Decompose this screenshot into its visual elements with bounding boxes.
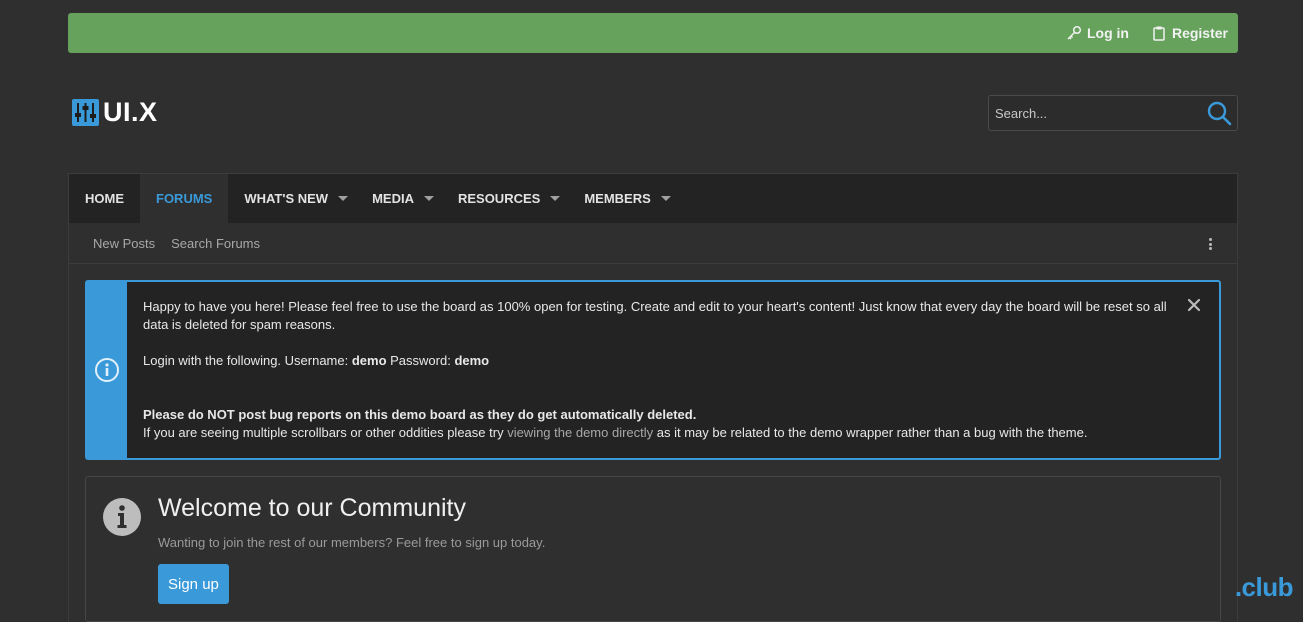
notice-body: Happy to have you here! Please feel free… <box>127 282 1219 458</box>
info-circle-icon <box>103 498 141 536</box>
search-button[interactable] <box>1201 96 1237 130</box>
warning-text: Please do NOT post bug reports on this d… <box>143 407 697 422</box>
tab-home[interactable]: HOME <box>69 174 140 223</box>
tab-forums-label: FORUMS <box>156 191 213 206</box>
register-link[interactable]: Register <box>1151 25 1228 41</box>
search-box <box>988 95 1238 131</box>
register-label: Register <box>1171 25 1228 41</box>
notice-warning: Please do NOT post bug reports on this d… <box>143 406 1179 424</box>
watermark-text: .club <box>1234 572 1294 602</box>
welcome-block: Welcome to our Community Wanting to join… <box>85 476 1221 622</box>
clipboard-icon <box>1153 26 1165 41</box>
subnav-search-forums[interactable]: Search Forums <box>171 236 260 251</box>
sign-up-button[interactable]: Sign up <box>158 564 229 604</box>
subnav-new-posts[interactable]: New Posts <box>93 236 155 251</box>
search-input[interactable] <box>989 96 1201 130</box>
login-link[interactable]: Log in <box>1066 25 1129 41</box>
tab-media[interactable]: MEDIA <box>356 174 442 223</box>
tab-whats-new[interactable]: WHAT'S NEW <box>228 174 356 223</box>
logo-text: UI.X <box>103 97 158 127</box>
main-nav: HOME FORUMS WHAT'S NEW MEDIA RESOURCES M… <box>68 173 1238 223</box>
notice-scroll-line: If you are seeing multiple scrollbars or… <box>143 424 1179 442</box>
scroll-suffix: as it may be related to the demo wrapper… <box>653 425 1088 440</box>
tab-media-label: MEDIA <box>372 191 414 206</box>
welcome-title: Welcome to our Community <box>158 494 466 522</box>
sub-nav: New Posts Search Forums <box>68 223 1238 264</box>
notice-side-strip <box>87 282 127 458</box>
tab-home-label: HOME <box>85 191 124 206</box>
password-value: demo <box>454 353 490 368</box>
password-label: Password: <box>386 353 455 368</box>
view-demo-directly-link[interactable]: viewing the demo directly <box>507 425 653 440</box>
tab-members[interactable]: MEMBERS <box>568 174 678 223</box>
search-icon <box>1207 101 1232 126</box>
tab-forums[interactable]: FORUMS <box>140 174 229 223</box>
site-logo[interactable]: UI.X <box>72 97 158 128</box>
notice-intro: Happy to have you here! Please feel free… <box>143 299 1167 332</box>
logo-mixer-icon <box>72 99 99 126</box>
login-prefix: Login with the following. Username: <box>143 353 352 368</box>
close-icon[interactable] <box>1187 298 1201 312</box>
tab-whats-new-label: WHAT'S NEW <box>244 191 329 206</box>
login-label: Log in <box>1086 25 1129 41</box>
tab-members-label: MEMBERS <box>584 191 651 206</box>
more-options-icon[interactable] <box>1203 236 1217 252</box>
info-icon <box>95 358 119 382</box>
welcome-subtitle: Wanting to join the rest of our members?… <box>158 535 546 550</box>
chevron-down-icon[interactable] <box>660 196 671 201</box>
chevron-down-icon[interactable] <box>338 196 349 201</box>
chevron-down-icon[interactable] <box>550 196 561 201</box>
demo-notice: Happy to have you here! Please feel free… <box>85 280 1221 460</box>
chevron-down-icon[interactable] <box>423 196 434 201</box>
scroll-prefix: If you are seeing multiple scrollbars or… <box>143 425 508 440</box>
notice-login-line: Login with the following. Username: demo… <box>143 352 1179 370</box>
username-value: demo <box>351 353 387 368</box>
tab-resources-label: RESOURCES <box>457 191 541 206</box>
top-account-bar: Log in Register <box>68 13 1238 53</box>
tab-resources[interactable]: RESOURCES <box>442 174 568 223</box>
key-icon <box>1067 25 1082 40</box>
